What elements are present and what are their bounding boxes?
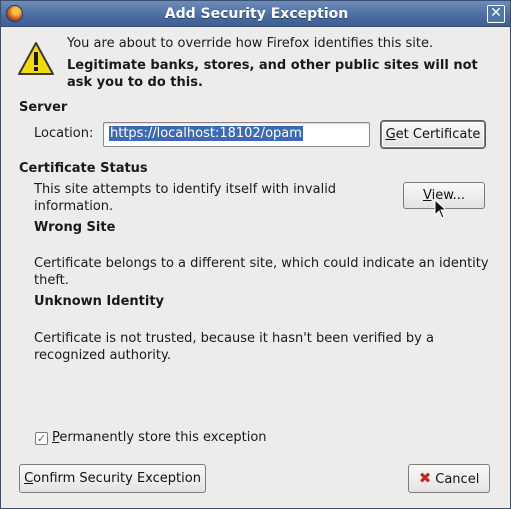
cancel-icon: ✖ [418,469,432,487]
add-security-exception-dialog: Add Security Exception ✕ You are about t… [0,0,511,509]
permanent-exception-label[interactable]: Permanently store this exception [52,430,267,445]
issue-title: Wrong Site [34,220,116,235]
location-label: Location: [34,126,94,141]
certificate-status-heading: Certificate Status [19,161,148,176]
get-certificate-button[interactable]: Get Certificate [381,121,485,148]
title-bar[interactable]: Add Security Exception ✕ [1,1,510,27]
issue-description: Certificate belongs to a different site,… [34,256,489,288]
intro-warning-text: Legitimate banks, stores, and other publ… [67,58,478,90]
mouse-pointer-icon [434,199,448,219]
location-value: https://localhost:18102/opam [108,125,304,142]
confirm-label: Confirm Security Exception [24,471,201,486]
check-icon: ✓ [36,432,47,445]
issue-description: Certificate is not trusted, because it h… [34,331,434,363]
location-input[interactable]: https://localhost:18102/opam [103,122,370,147]
permanent-exception-checkbox[interactable]: ✓ [35,432,48,445]
confirm-security-exception-button[interactable]: Confirm Security Exception [19,464,206,493]
issue-title: Unknown Identity [34,294,165,309]
cancel-button[interactable]: ✖ Cancel [408,464,490,493]
intro-text: You are about to override how Firefox id… [67,36,434,51]
server-heading: Server [19,100,68,115]
certificate-status-summary: This site attempts to identify itself wi… [34,182,337,214]
warning-icon [18,42,54,75]
get-certificate-label: Get Certificate [385,127,481,142]
dialog-title: Add Security Exception [164,6,349,22]
close-icon: ✕ [490,5,502,21]
cancel-label: Cancel [435,472,480,487]
close-button[interactable]: ✕ [487,5,505,23]
